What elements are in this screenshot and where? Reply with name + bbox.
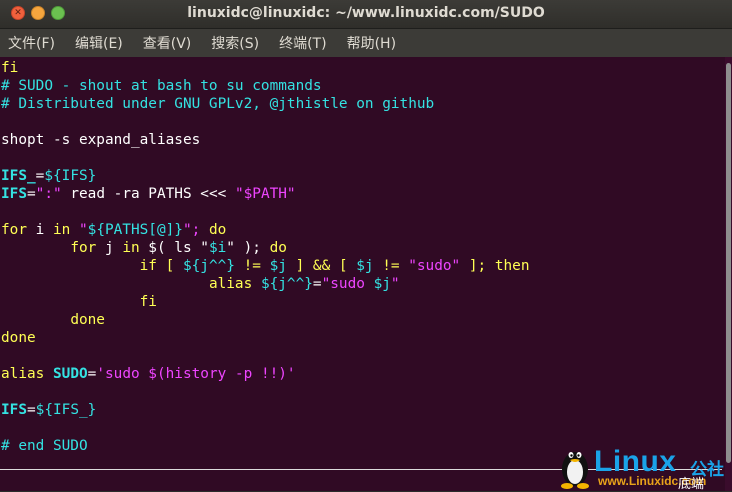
variable: ${PATHS[@]} [87,222,183,238]
keyword: != [234,258,270,274]
keyword: alias [208,276,253,292]
scrollbar-thumb[interactable] [726,63,731,463]
keyword: fi [139,294,157,310]
keyword: in [53,222,71,238]
alias-name: SUDO [53,366,88,382]
string: 'sudo $(history -p !!)' [96,366,296,382]
string: "sudo" [408,258,461,274]
code-line-22: # end SUDO [1,438,88,454]
title-bar: ✕ linuxidc@linuxidc: ~/www.linuxidc.com/… [0,0,732,29]
string: "$PATH" [234,186,296,202]
code-line-2: # SUDO - shout at bash to su commands [1,78,322,94]
var-name: IFS [1,402,27,418]
code-text: $( ls " [139,240,209,256]
variable: $i [208,240,227,256]
terminal-window: ✕ linuxidc@linuxidc: ~/www.linuxidc.com/… [0,0,732,492]
string: ":" [35,186,62,202]
status-overlay-text: 底端 [678,477,705,492]
code-text: j [96,240,123,256]
keyword: done [70,312,105,328]
var-name: IFS_ [1,168,36,184]
window-title: linuxidc@linuxidc: ~/www.linuxidc.com/SU… [187,5,545,21]
keyword: [ [156,258,183,274]
variable: $j [373,276,391,292]
operator: = [27,402,36,418]
variable: $j [356,258,374,274]
keyword: for [70,240,97,256]
code-line-3: # Distributed under GNU GPLv2, @jthistle… [1,96,435,112]
keyword: != [373,258,409,274]
code-line-1: fi [1,60,19,76]
menu-search[interactable]: 搜索(S) [211,33,259,53]
string: " [390,276,400,292]
keyword: done [1,330,36,346]
variable: ${IFS} [44,168,97,184]
keyword: alias [1,366,45,382]
keyword: for [1,222,27,238]
tux-penguin-icon [561,452,589,489]
string: "; [182,222,209,238]
menu-bar: 文件(F) 编辑(E) 查看(V) 搜索(S) 终端(T) 帮助(H) [0,29,732,57]
menu-file[interactable]: 文件(F) [8,33,55,53]
string: "sudo [321,276,374,292]
script-content: fi # SUDO - shout at bash to su commands… [1,59,530,455]
code-line-5: shopt -s expand_aliases [1,132,201,148]
menu-help[interactable]: 帮助(H) [347,33,396,53]
variable: $j [269,258,287,274]
keyword: in [122,240,140,256]
string: " [70,222,88,238]
vertical-scrollbar[interactable] [725,57,732,491]
menu-edit[interactable]: 编辑(E) [75,33,123,53]
var-name: IFS [1,186,27,202]
operator: = [27,186,36,202]
code-text: i [27,222,53,238]
keyword: ] && [ [286,258,357,274]
keyword: then [494,258,530,274]
keyword: if [139,258,157,274]
menu-view[interactable]: 查看(V) [143,33,192,53]
variable: ${j^^} [260,276,313,292]
variable: ${IFS_} [35,402,97,418]
variable: ${j^^} [182,258,235,274]
watermark-logo: Linux 公社 www.Linuxidc.com 底端 [554,443,730,492]
keyword: ]; [460,258,495,274]
code-text: " ); [226,240,270,256]
operator: = [312,276,322,292]
code-text: read -ra PATHS <<< [61,186,235,202]
menu-terminal[interactable]: 终端(T) [279,33,326,53]
keyword: do [269,240,287,256]
keyword: do [208,222,227,238]
